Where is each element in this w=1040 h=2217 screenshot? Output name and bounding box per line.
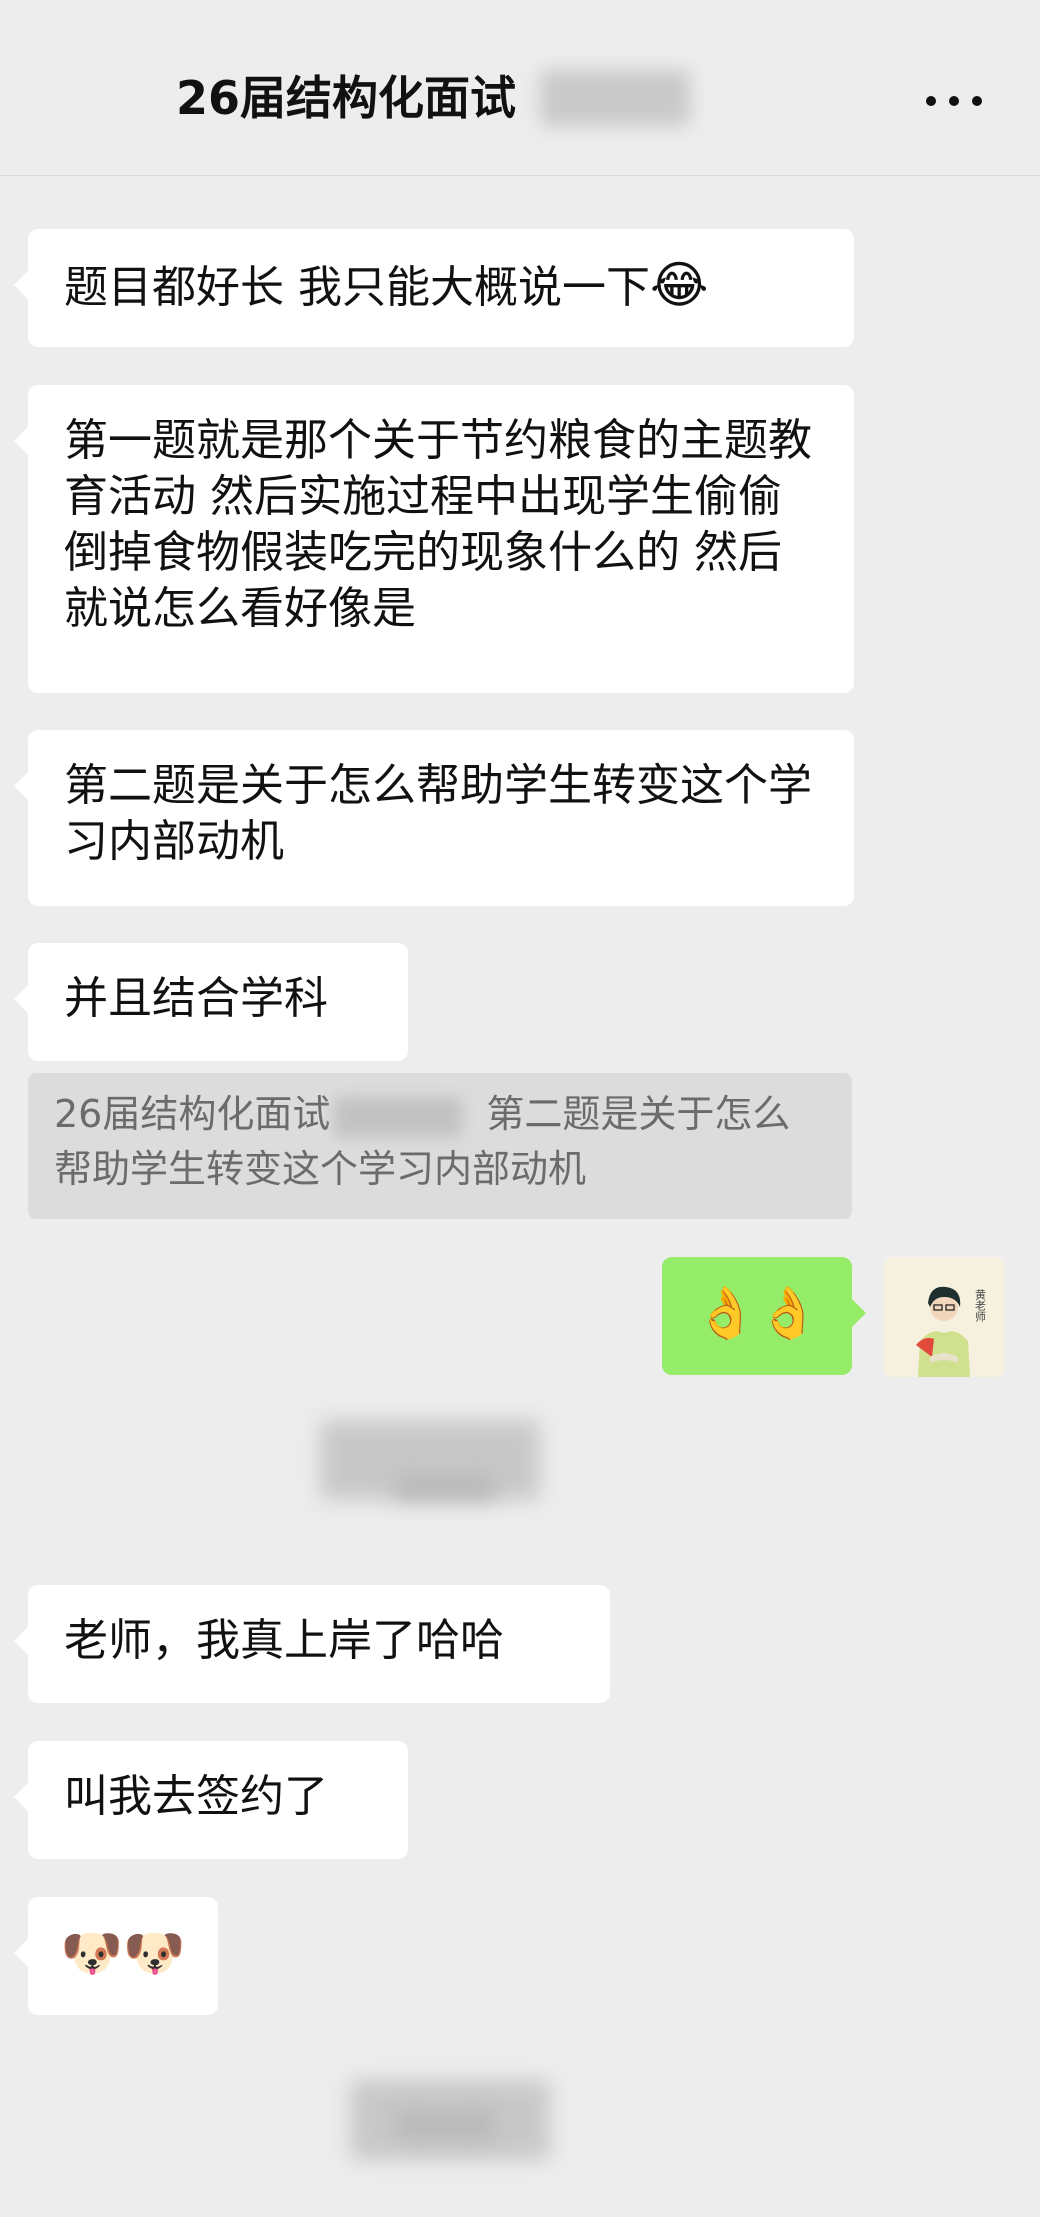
message-bubble-2[interactable]: 第一题就是那个关于节约粮食的主题教育活动 然后实施过程中出现学生偷偷倒掉食物假装…	[14, 385, 854, 693]
teacher-avatar-icon: 黄老师	[884, 1257, 1004, 1377]
message-bubble-3[interactable]: 第二题是关于怎么帮助学生转变这个学习内部动机	[14, 730, 854, 906]
message-text: 题目都好长 我只能大概说一下	[64, 262, 650, 313]
message-text: 第一题就是那个关于节约粮食的主题教育活动 然后实施过程中出现学生偷偷倒掉食物假装…	[64, 415, 812, 634]
laughing-emoji-icon: 😂	[650, 256, 709, 314]
message-bubble-1[interactable]: 题目都好长 我只能大概说一下😂	[14, 229, 854, 347]
message-text: 并且结合学科	[64, 973, 328, 1024]
more-options-icon[interactable]	[926, 92, 982, 110]
dog-emoji-icon: 🐶🐶	[60, 1924, 186, 1982]
message-bubble-7[interactable]: 🐶🐶	[14, 1897, 218, 2015]
chat-header: 26届结构化面试	[0, 0, 1040, 176]
avatar-label: 黄老师	[974, 1288, 987, 1322]
quote-sender: 26届结构化面试	[54, 1092, 331, 1136]
ok-hand-emoji-icon: 👌👌	[694, 1284, 820, 1342]
blurred-title-suffix	[540, 70, 690, 126]
blurred-timestamp-bottom-core	[395, 2110, 495, 2140]
quoted-message[interactable]: 26届结构化面试 第二题是关于怎么帮助学生转变这个学习内部动机	[28, 1073, 852, 1219]
message-bubble-6[interactable]: 叫我去签约了	[14, 1741, 408, 1859]
outgoing-message-bubble[interactable]: 👌👌	[662, 1257, 866, 1375]
message-text: 第二题是关于怎么帮助学生转变这个学习内部动机	[64, 760, 812, 867]
blurred-sender-suffix	[334, 1096, 463, 1137]
message-text: 叫我去签约了	[64, 1771, 328, 1822]
message-bubble-5[interactable]: 老师，我真上岸了哈哈	[14, 1585, 610, 1703]
message-bubble-4[interactable]: 并且结合学科	[14, 943, 408, 1061]
chat-title: 26届结构化面试	[176, 71, 517, 125]
blurred-timestamp-core	[395, 1474, 495, 1500]
message-text: 老师，我真上岸了哈哈	[64, 1615, 504, 1666]
avatar[interactable]: 黄老师	[884, 1257, 1004, 1377]
